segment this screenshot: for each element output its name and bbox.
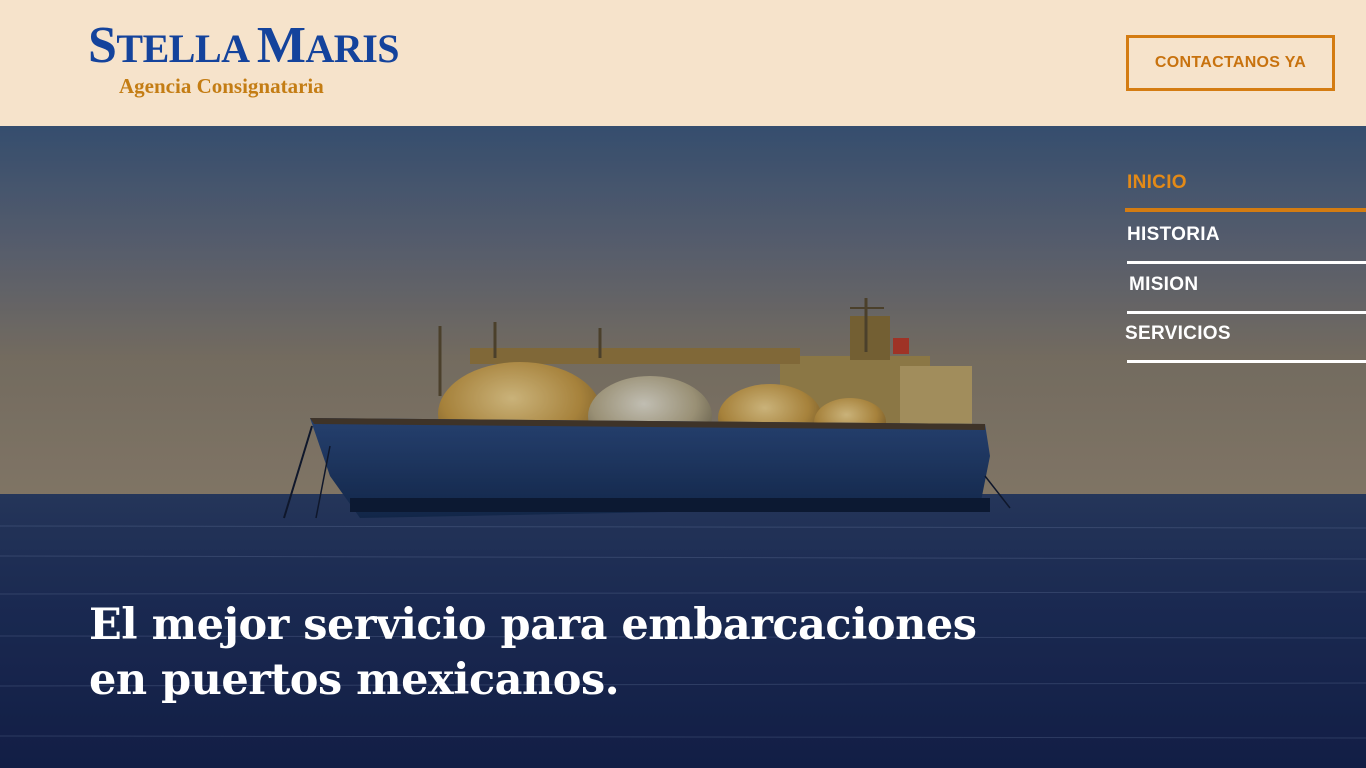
hero-headline-line1: El mejor servicio para embarcaciones [89,600,977,650]
nav-item-mision[interactable]: MISION [1125,266,1366,314]
logo-name: STELLA MARIS [88,17,400,77]
nav-item-historia[interactable]: HISTORIA [1125,216,1366,264]
nav-item-underline [1127,360,1366,363]
hero-headline-line2: en puertos mexicanos. [89,655,620,705]
nav-item-label: SERVICIOS [1125,323,1231,344]
nav-item-servicios[interactable]: SERVICIOS [1125,315,1366,363]
hero-headline: El mejor servicio para embarcaciones en … [89,598,989,708]
logo[interactable]: STELLA MARIS Agencia Consignataria [88,17,400,102]
nav-item-underline [1127,311,1366,314]
nav-item-label: HISTORIA [1127,224,1220,245]
logo-text-aris: ARIS [305,26,400,71]
contact-button[interactable]: CONTACTANOS YA [1126,35,1335,91]
logo-subtitle: Agencia Consignataria [119,74,324,98]
site-header: STELLA MARIS Agencia Consignataria CONTA… [0,0,1366,126]
logo-initial-m: M [256,17,306,74]
nav-item-underline [1125,208,1366,212]
nav-item-label: INICIO [1127,172,1187,193]
nav-item-label: MISION [1129,274,1199,295]
nav-item-inicio[interactable]: INICIO [1125,164,1366,212]
logo-initial-s: S [88,17,117,74]
logo-text-tella: TELLA [116,26,257,71]
nav-item-underline [1127,261,1366,264]
